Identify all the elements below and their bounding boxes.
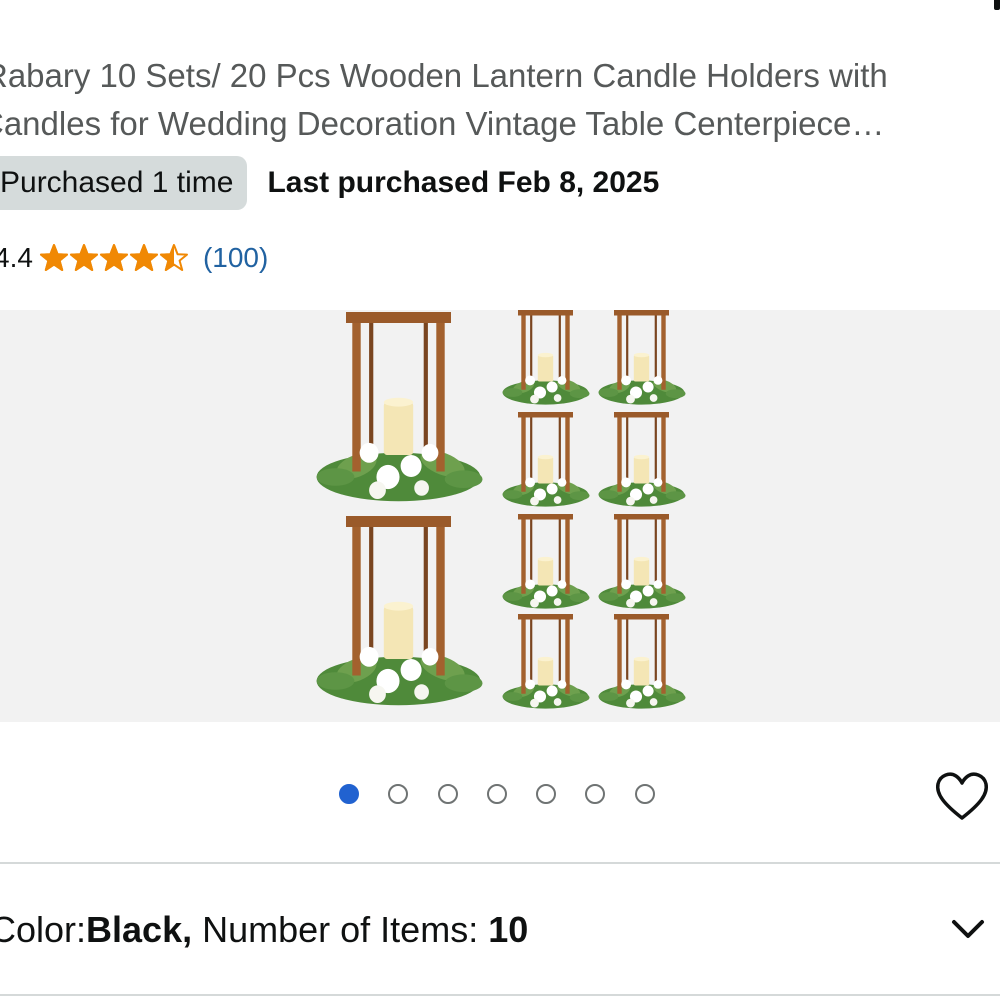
variation-selector[interactable]: Color: Black, Number of Items: 10 xyxy=(0,900,1000,960)
pagination-dot[interactable] xyxy=(634,784,655,804)
product-title-line-1: Rabary 10 Sets/ 20 Pcs Wooden Lantern Ca… xyxy=(0,57,888,94)
section-divider-bottom xyxy=(0,994,1000,996)
pagination-dot[interactable] xyxy=(536,784,557,804)
purchased-count-badge[interactable]: Purchased 1 time xyxy=(0,156,248,210)
product-title-line-2: Candles for Wedding Decoration Vintage T… xyxy=(0,105,885,142)
star-full-icon xyxy=(99,244,128,271)
pagination-dot[interactable] xyxy=(585,784,606,804)
last-purchased-date: Last purchased Feb 8, 2025 xyxy=(267,166,660,199)
items-label: Number of Items: xyxy=(192,909,489,950)
star-full-icon xyxy=(69,244,98,271)
star-full-icon xyxy=(129,244,158,271)
lantern-candle-product-image xyxy=(316,310,686,709)
purchase-history-row: Purchased 1 time Last purchased Feb 8, 2… xyxy=(0,156,659,210)
review-count-link[interactable]: (100) xyxy=(203,242,268,274)
color-value: Black, xyxy=(86,909,193,950)
pagination-dot-active[interactable] xyxy=(339,784,359,804)
heart-icon[interactable] xyxy=(934,770,990,822)
product-title[interactable]: Rabary 10 Sets/ 20 Pcs Wooden Lantern Ca… xyxy=(0,52,990,148)
star-rating xyxy=(39,243,189,273)
rating-row[interactable]: 4.4 (100) xyxy=(0,236,268,280)
top-edge-artifact xyxy=(994,0,1000,10)
star-half-icon xyxy=(159,244,188,271)
pagination-dot[interactable] xyxy=(437,784,458,804)
chevron-down-icon[interactable] xyxy=(948,914,988,944)
items-value: 10 xyxy=(488,909,529,950)
rating-value: 4.4 xyxy=(0,242,33,273)
section-divider xyxy=(0,862,1000,864)
pagination-dot[interactable] xyxy=(388,784,409,804)
image-pagination-dots[interactable] xyxy=(339,784,684,804)
pagination-dot[interactable] xyxy=(486,784,507,804)
color-label: Color: xyxy=(0,909,87,950)
product-image-gallery[interactable] xyxy=(0,310,1000,722)
star-full-icon xyxy=(39,244,68,271)
